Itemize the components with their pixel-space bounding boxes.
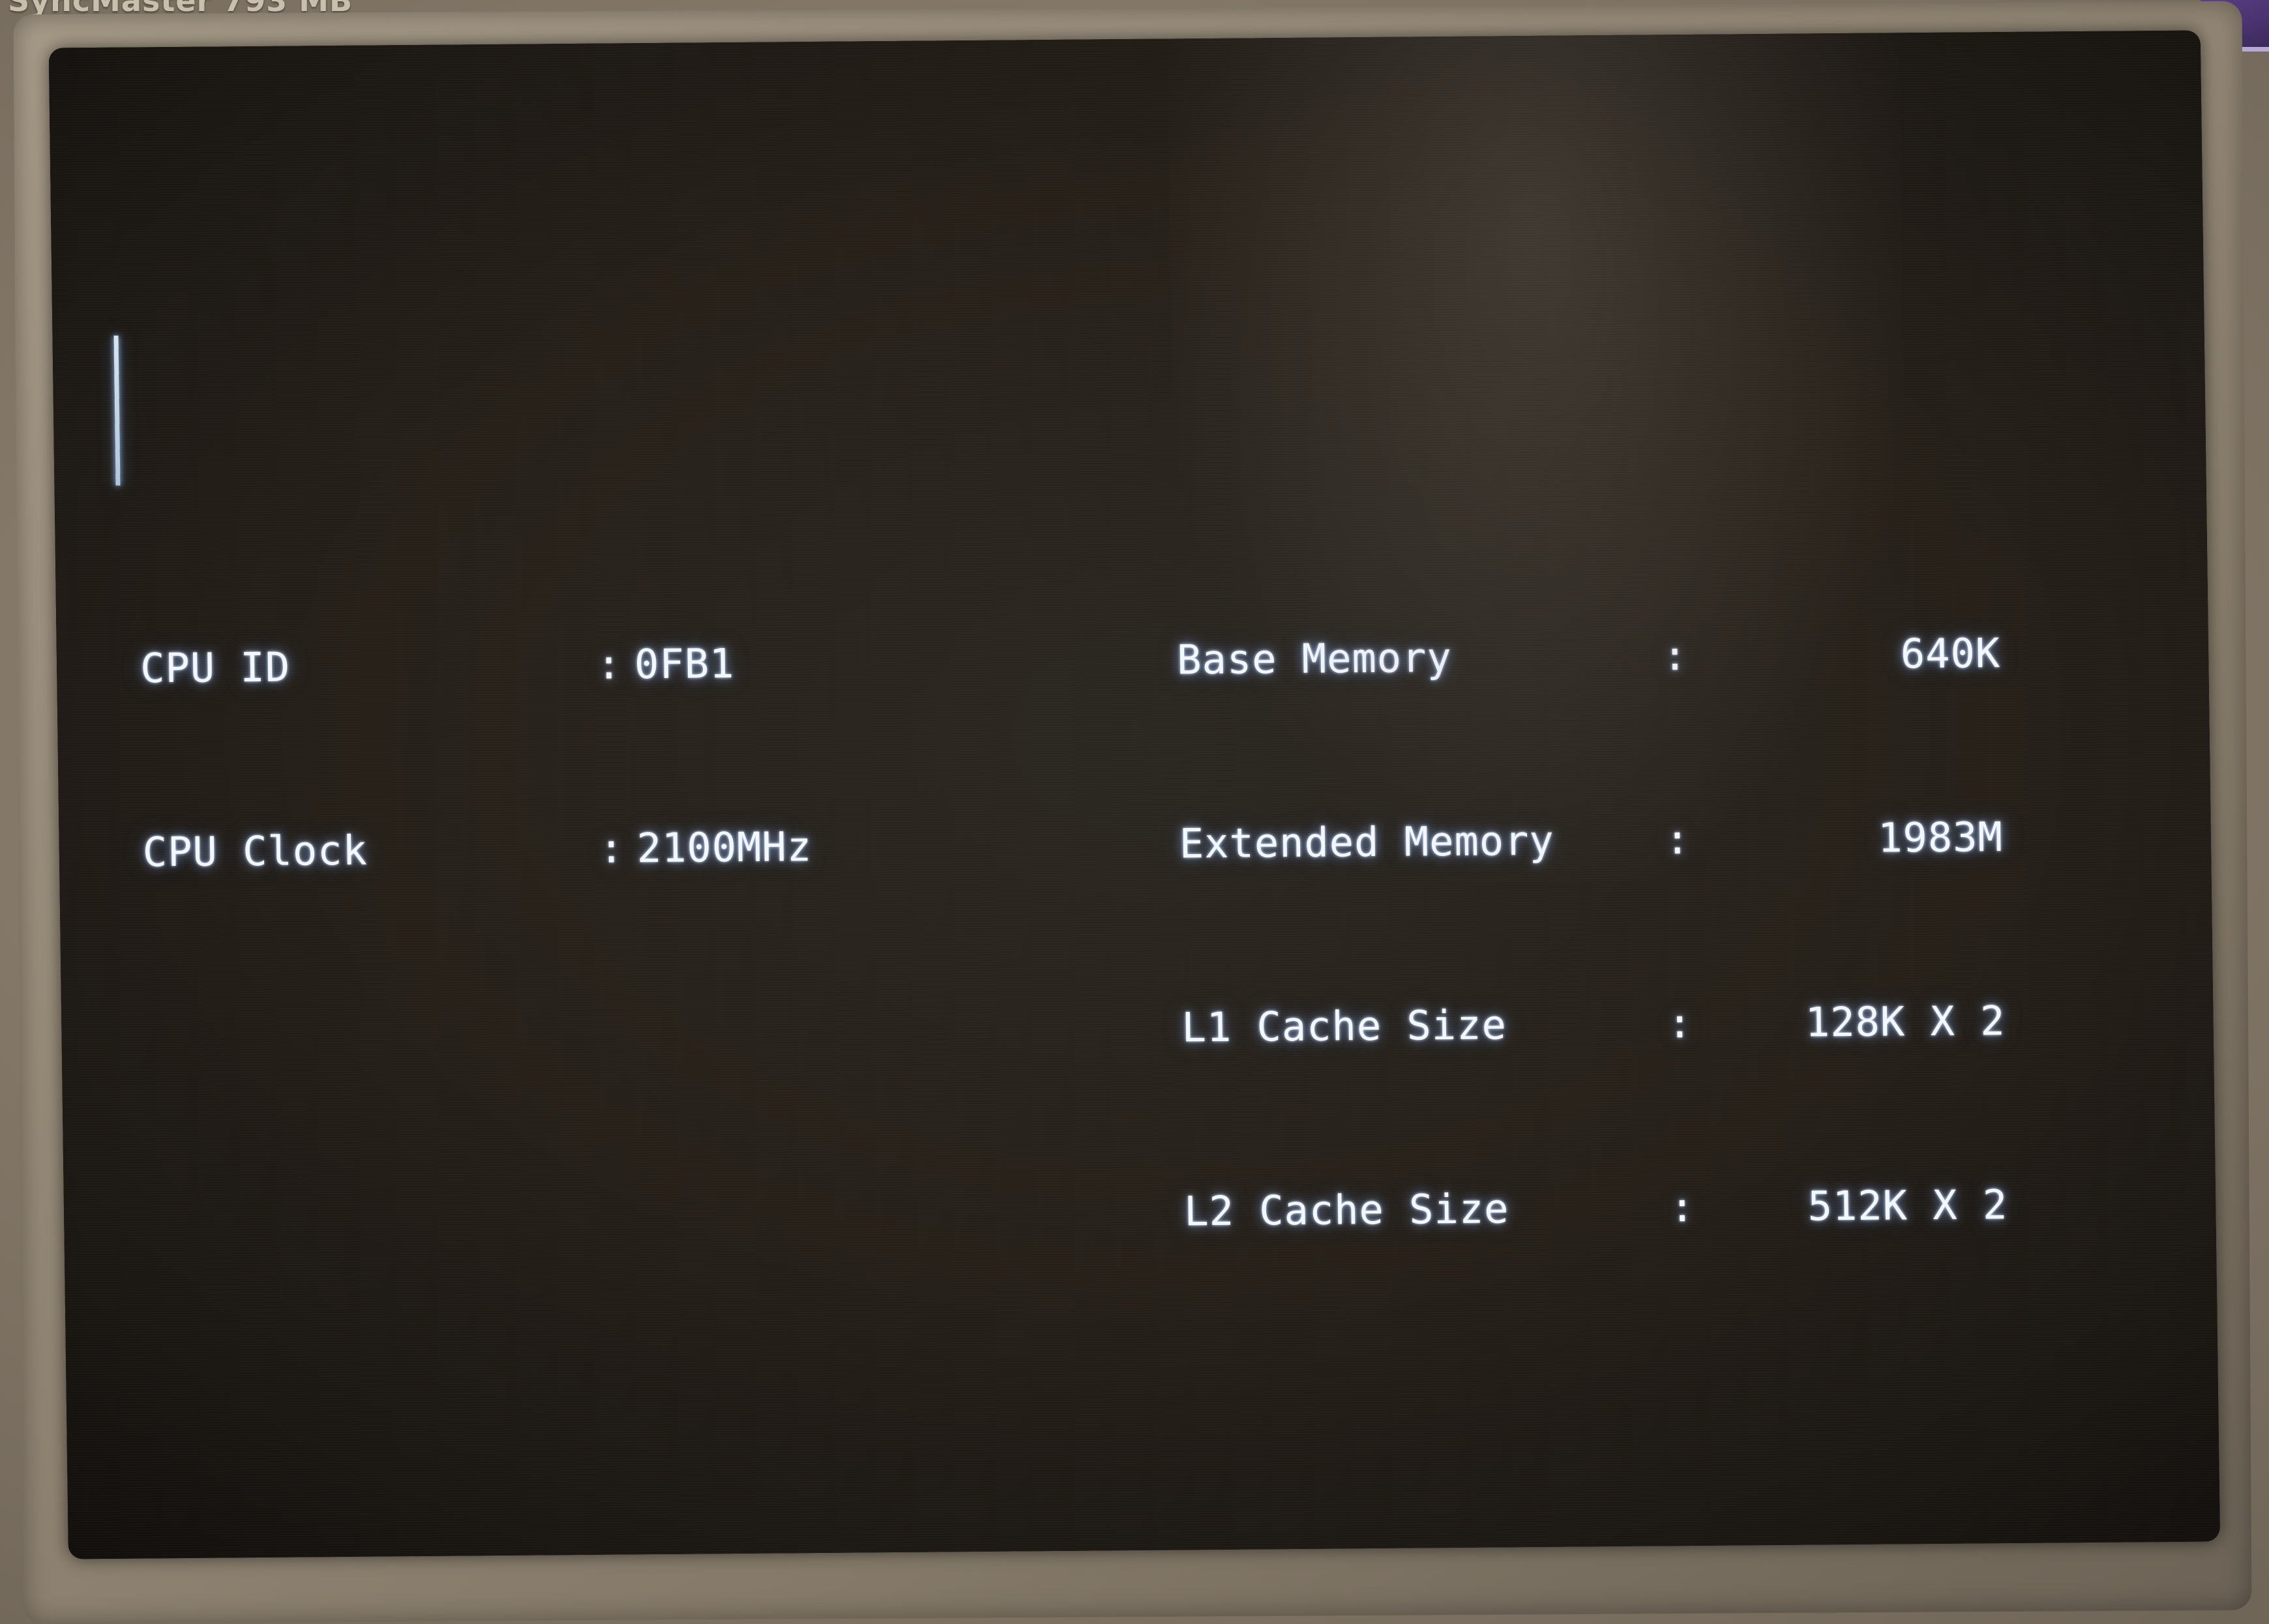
l2-cache-value: 512K X 2	[1807, 1181, 2008, 1230]
base-memory-value: 640K	[1900, 629, 2001, 678]
base-memory-separator: :	[1662, 632, 1688, 680]
extended-memory-value: 1983M	[1877, 813, 2004, 862]
base-memory-label: Base Memory	[1176, 633, 1453, 684]
base-memory-row: Base Memory : 640K	[1177, 621, 2149, 690]
memory-info-column: Base Memory : 640K Extended Memory : 198…	[1175, 499, 2158, 1365]
l1-cache-separator: :	[1667, 999, 1693, 1048]
monitor-photograph: SyncMaster 793 MB CPU ID : 0FB1 CPU Cloc…	[0, 0, 2269, 1624]
cpu-clock-separator: :	[599, 824, 625, 872]
extended-memory-row: Extended Memory : 1983M	[1179, 805, 2151, 874]
cpu-id-separator: :	[596, 640, 622, 688]
l2-cache-row: L2 Cache Size : 512K X 2	[1184, 1173, 2156, 1242]
system-summary-panel: CPU ID : 0FB1 CPU Clock : 2100MHz Base M…	[113, 315, 2159, 1496]
monitor-bezel: CPU ID : 0FB1 CPU Clock : 2100MHz Base M…	[13, 1, 2252, 1624]
crt-screen: CPU ID : 0FB1 CPU Clock : 2100MHz Base M…	[48, 30, 2220, 1559]
extended-memory-separator: :	[1665, 815, 1691, 864]
cpu-clock-label: CPU Clock	[142, 826, 368, 876]
l1-cache-value: 128K X 2	[1805, 997, 2006, 1046]
cpu-id-row: CPU ID : 0FB1	[140, 629, 1178, 699]
l2-cache-label: L2 Cache Size	[1183, 1185, 1509, 1235]
bios-post-screen: CPU ID : 0FB1 CPU Clock : 2100MHz Base M…	[113, 70, 2209, 1559]
extended-memory-label: Extended Memory	[1179, 816, 1555, 868]
l1-cache-label: L1 Cache Size	[1181, 1001, 1507, 1052]
cpu-info-column: CPU ID : 0FB1 CPU Clock : 2100MHz	[138, 507, 1186, 1373]
cpu-clock-value: 2100MHz	[636, 823, 812, 872]
cpu-id-label: CPU ID	[140, 643, 291, 692]
cpu-id-value: 0FB1	[634, 640, 735, 688]
cpu-clock-row: CPU Clock : 2100MHz	[142, 813, 1179, 883]
l2-cache-separator: :	[1669, 1183, 1695, 1232]
l1-cache-row: L1 Cache Size : 128K X 2	[1181, 989, 2154, 1058]
